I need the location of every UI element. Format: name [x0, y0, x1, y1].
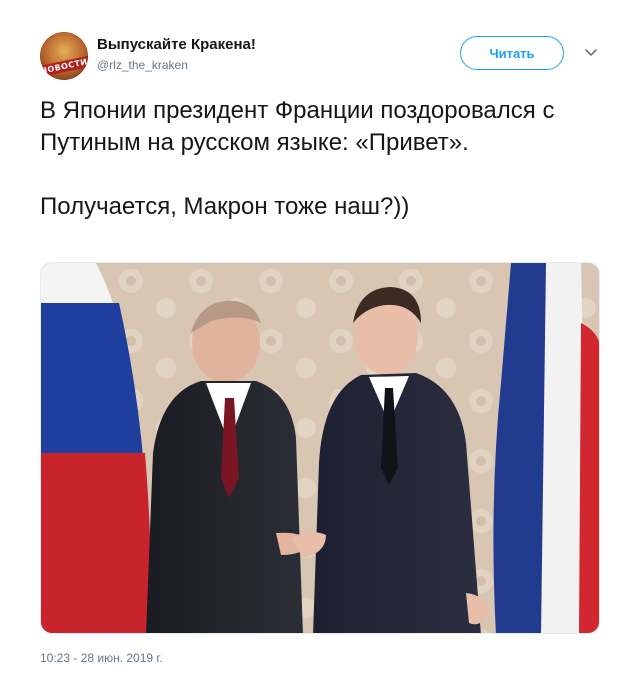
account-name[interactable]: Выпускайте Кракена!	[97, 36, 256, 53]
avatar[interactable]: НОВОСТИ	[40, 32, 88, 80]
tweet-text: В Японии президент Франции поздоровался …	[40, 95, 610, 223]
tweet-timestamp[interactable]: 10:23 - 28 июн. 2019 г.	[40, 651, 163, 665]
account-handle[interactable]: @rlz_the_kraken	[97, 58, 188, 72]
photo-illustration	[41, 263, 599, 633]
follow-button[interactable]: Читать	[460, 36, 564, 70]
chevron-down-icon[interactable]	[583, 45, 599, 61]
tweet-paragraph: Получается, Макрон тоже наш?))	[40, 193, 410, 220]
tweet-paragraph: В Японии президент Франции поздоровался …	[40, 97, 555, 156]
tweet-photo[interactable]	[40, 262, 600, 634]
tweet-card: НОВОСТИ Выпускайте Кракена! @rlz_the_kra…	[0, 0, 641, 684]
avatar-badge: НОВОСТИ	[40, 55, 88, 78]
